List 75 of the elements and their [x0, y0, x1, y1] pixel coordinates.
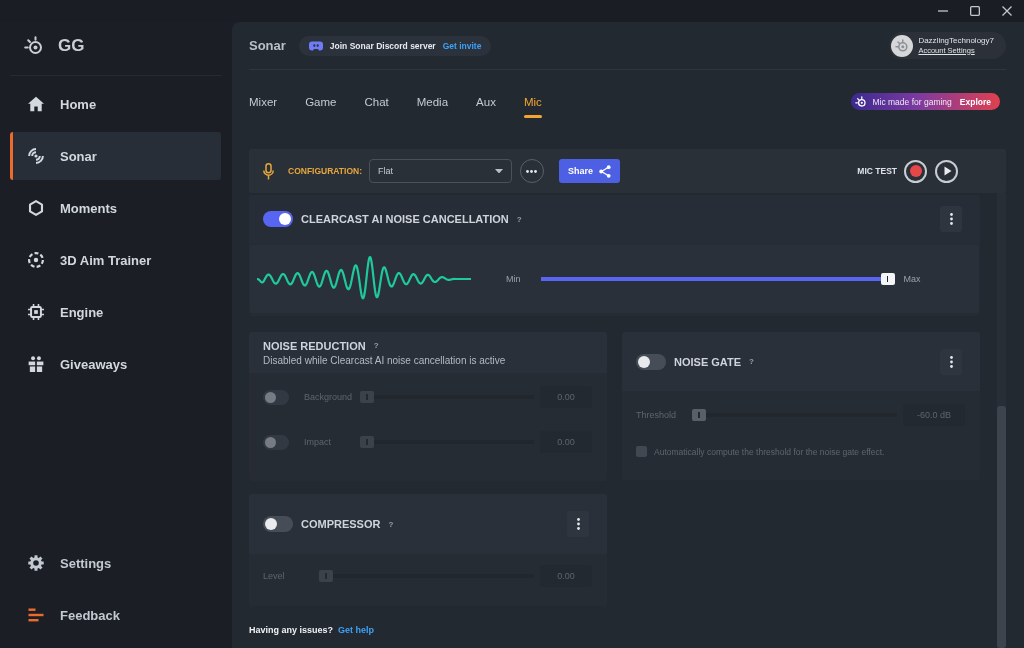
play-icon [943, 166, 952, 176]
nav-item[interactable]: Home [10, 80, 221, 128]
slider-thumb[interactable] [319, 570, 333, 582]
nav-item[interactable]: Moments [10, 184, 221, 232]
share-button[interactable]: Share [559, 159, 620, 183]
more-horizontal-icon [526, 169, 538, 173]
home-icon [28, 96, 44, 112]
promo-banner[interactable]: Mic made for gaming Explore [851, 93, 1000, 110]
record-icon [909, 165, 922, 177]
chip-icon [28, 304, 44, 320]
nav-item[interactable]: Settings [10, 539, 221, 587]
configuration-label: CONFIGURATION: [288, 166, 362, 176]
banner-text: Join Sonar Discord server [329, 40, 436, 51]
help-prompt: Having any issues? [249, 625, 334, 635]
nav-item[interactable]: 3D Aim Trainer [10, 236, 221, 284]
help-mark[interactable]: ? [516, 214, 522, 224]
share-icon [599, 164, 611, 178]
caret-icon [495, 168, 503, 174]
avatar-icon [891, 34, 914, 57]
panel-title: CLEARCAST AI NOISE CANCELLATION [301, 213, 509, 225]
bars-icon [28, 607, 44, 623]
tab[interactable]: Aux [476, 94, 496, 118]
nav-item[interactable]: Giveaways [10, 340, 221, 388]
gift-icon [28, 356, 44, 372]
hexagon-icon [28, 200, 44, 216]
panel-title: NOISE GATE [674, 355, 742, 368]
promo-text: Mic made for gaming [872, 96, 952, 107]
get-help-link[interactable]: Get help [338, 625, 375, 635]
invite-link[interactable]: Get invite [442, 40, 482, 51]
more-button[interactable] [940, 206, 962, 232]
app-logo-text: GG [58, 36, 85, 56]
more-button[interactable] [567, 511, 589, 537]
more-vertical-icon [576, 518, 580, 530]
controller-icon [308, 40, 323, 51]
tab[interactable]: Game [305, 94, 337, 118]
toggle-switch[interactable] [263, 516, 293, 532]
gear-icon [28, 555, 44, 571]
panel-title: COMPRESSOR [301, 518, 381, 530]
maximize-icon[interactable] [970, 6, 980, 16]
close-icon[interactable] [1002, 6, 1012, 16]
slider-thumb[interactable] [880, 273, 895, 285]
scrollbar-track[interactable] [997, 193, 1006, 648]
preset-dropdown[interactable]: Flat [369, 159, 512, 183]
disabled-note: Disabled while Clearcast AI noise cancellation is active [263, 354, 506, 366]
more-vertical-icon [949, 213, 953, 225]
toggle-switch[interactable] [636, 353, 666, 370]
nav-item[interactable]: Feedback [10, 591, 221, 639]
tab[interactable]: Media [416, 94, 449, 118]
slider-thumb[interactable] [692, 409, 706, 421]
panel-title: NOISE REDUCTION [263, 339, 366, 352]
scrollbar-thumb[interactable] [997, 406, 1006, 648]
page-title: Sonar [249, 38, 286, 53]
help-mark[interactable]: ? [749, 357, 754, 366]
more-button[interactable] [940, 348, 962, 375]
max-label: Max [903, 274, 921, 284]
username: DazzlingTechnology7 [918, 35, 994, 46]
more-vertical-icon [949, 355, 953, 368]
tab[interactable]: Mixer [249, 94, 278, 118]
logo-icon [24, 36, 44, 56]
logo-icon [855, 95, 868, 108]
min-label: Min [506, 274, 521, 284]
mic-test-label: MIC TEST [857, 166, 897, 176]
nav-item[interactable]: Sonar [10, 132, 221, 180]
crosshair-icon [28, 252, 44, 268]
signal-waves-icon [28, 148, 44, 164]
nav-item[interactable]: Engine [10, 288, 221, 336]
help-mark[interactable]: ? [388, 519, 394, 529]
checkbox[interactable] [636, 446, 647, 457]
record-button[interactable] [904, 159, 927, 183]
play-button[interactable] [935, 159, 958, 183]
tab[interactable]: Chat [364, 94, 389, 118]
microphone-icon [263, 162, 274, 180]
explore-link[interactable]: Explore [959, 96, 991, 107]
tab[interactable]: Mic [523, 94, 542, 118]
toggle-switch[interactable] [263, 211, 293, 227]
